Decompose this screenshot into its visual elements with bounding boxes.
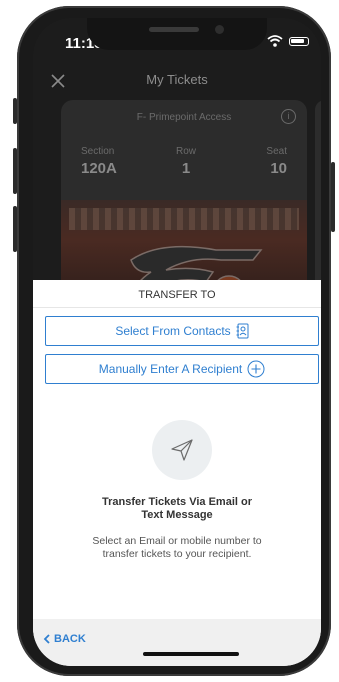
select-contacts-button[interactable]: Select From Contacts	[45, 316, 319, 346]
row-value: 1	[181, 160, 191, 177]
manual-recipient-label: Manually Enter A Recipient	[98, 362, 243, 376]
arena-lights	[69, 208, 299, 230]
back-label: BACK	[54, 633, 86, 645]
volume-up-button	[13, 148, 17, 194]
mute-switch	[13, 98, 17, 124]
home-indicator[interactable]	[143, 652, 239, 656]
front-camera	[215, 25, 224, 34]
section-value: 120A	[81, 160, 117, 177]
select-contacts-label: Select From Contacts	[115, 324, 231, 338]
row-block: Row 1	[171, 146, 201, 177]
sheet-title: TRANSFER TO	[138, 289, 216, 301]
notch	[87, 18, 267, 50]
ticket-card[interactable]: F- Primepoint Access i Section 120A Row …	[61, 100, 307, 300]
next-ticket-edge[interactable]	[315, 100, 321, 300]
row-label: Row	[175, 146, 196, 157]
transfer-description: Select an Email or mobile number to tran…	[33, 535, 321, 561]
send-illustration	[152, 420, 212, 480]
manual-recipient-button[interactable]: Manually Enter A Recipient	[45, 354, 319, 384]
transfer-description-line2: transfer tickets to your recipient.	[102, 548, 252, 560]
paper-plane-icon	[171, 439, 193, 461]
section-label: Section	[81, 146, 115, 157]
transfer-heading-line2: Text Message	[141, 509, 213, 521]
sheet-divider	[33, 307, 321, 308]
seat-value: 10	[270, 160, 287, 177]
contacts-icon	[236, 323, 249, 339]
phone-screen: 11:18 My Tickets F- Primepoint Access i …	[33, 18, 321, 666]
wifi-icon	[267, 35, 283, 47]
transfer-heading-line1: Transfer Tickets Via Email or	[101, 496, 252, 508]
back-button[interactable]: BACK	[43, 633, 86, 645]
transfer-description-line1: Select an Email or mobile number to	[92, 535, 262, 547]
nav-bar: My Tickets	[33, 64, 321, 100]
section-block: Section 120A	[81, 146, 161, 177]
page-title: My Tickets	[146, 72, 208, 87]
volume-down-button	[13, 206, 17, 252]
plus-circle-icon	[247, 360, 265, 378]
seat-block: Seat 10	[257, 146, 287, 177]
chevron-left-icon	[43, 634, 50, 644]
speaker	[149, 27, 199, 32]
power-button	[331, 162, 335, 232]
seat-label: Seat	[266, 146, 287, 157]
battery-icon	[289, 37, 309, 46]
sheet-footer: BACK	[33, 619, 321, 666]
ticket-access-label: F- Primepoint Access	[136, 112, 232, 123]
info-icon[interactable]: i	[281, 109, 296, 124]
transfer-heading: Transfer Tickets Via Email or Text Messa…	[33, 496, 321, 522]
transfer-sheet: TRANSFER TO Select From Contacts Manuall…	[33, 280, 321, 666]
status-bar: 11:18	[33, 18, 321, 64]
